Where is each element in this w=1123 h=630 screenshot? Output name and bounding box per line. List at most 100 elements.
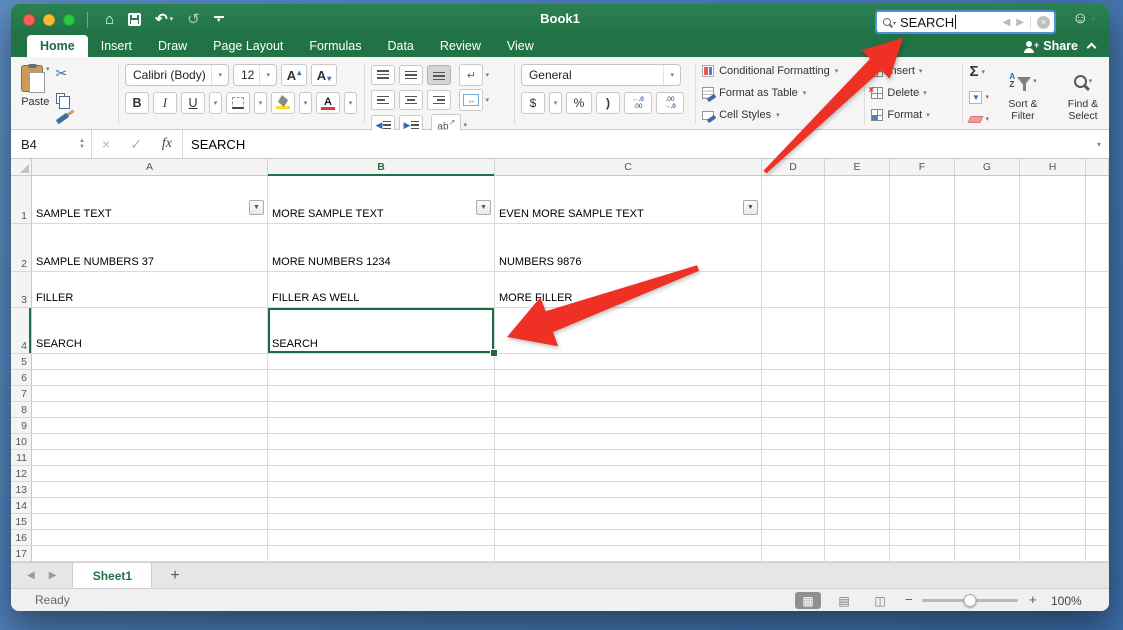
cell-F8[interactable]: [890, 402, 955, 418]
column-header-h[interactable]: H: [1020, 159, 1086, 175]
cell-H4[interactable]: [1020, 308, 1086, 354]
cell-B13[interactable]: [268, 482, 495, 498]
cell-F4[interactable]: [890, 308, 955, 354]
cell-D14[interactable]: [762, 498, 825, 514]
number-format-select[interactable]: General ▾: [520, 64, 681, 86]
cell-G11[interactable]: [955, 450, 1020, 466]
cell-E16[interactable]: [825, 530, 890, 546]
row-header-2[interactable]: 2: [11, 224, 32, 272]
cell-H17[interactable]: [1020, 546, 1086, 562]
cell-D1[interactable]: [762, 176, 825, 224]
cell-B10[interactable]: [268, 434, 495, 450]
cell-D9[interactable]: [762, 418, 825, 434]
tab-formulas[interactable]: Formulas: [296, 35, 374, 57]
cell-G12[interactable]: [955, 466, 1020, 482]
cell-B5[interactable]: [268, 354, 495, 370]
select-all-corner[interactable]: [11, 159, 32, 175]
row-header-5[interactable]: 5: [11, 354, 32, 370]
cell-partial-r1[interactable]: [1086, 176, 1109, 224]
cell-B7[interactable]: [268, 386, 495, 402]
row-header-7[interactable]: 7: [11, 386, 32, 402]
filter-dropdown-icon[interactable]: ▼: [743, 200, 758, 215]
row-header-3[interactable]: 3: [11, 272, 32, 308]
cell-D5[interactable]: [762, 354, 825, 370]
cell-H5[interactable]: [1020, 354, 1086, 370]
format-as-table-button[interactable]: Format as Table ▾: [702, 87, 858, 99]
cell-E1[interactable]: [825, 176, 890, 224]
cell-G10[interactable]: [955, 434, 1020, 450]
name-box-stepper[interactable]: ▲ ▼: [79, 138, 91, 150]
search-next-icon[interactable]: ▶: [1016, 17, 1024, 28]
cell-D15[interactable]: [762, 514, 825, 530]
cell-B6[interactable]: [268, 370, 495, 386]
cell-G16[interactable]: [955, 530, 1020, 546]
percent-button[interactable]: %: [565, 92, 592, 114]
cell-F6[interactable]: [890, 370, 955, 386]
cell-styles-button[interactable]: Cell Styles ▾: [702, 109, 858, 121]
cell-B11[interactable]: [268, 450, 495, 466]
cell-C10[interactable]: [495, 434, 762, 450]
decrease-decimal-button[interactable]: .00 →.0: [655, 92, 684, 114]
cell-E15[interactable]: [825, 514, 890, 530]
column-header-d[interactable]: D: [762, 159, 825, 175]
row-header-14[interactable]: 14: [11, 498, 32, 514]
cell-E12[interactable]: [825, 466, 890, 482]
cell-partial-r11[interactable]: [1086, 450, 1109, 466]
cell-E5[interactable]: [825, 354, 890, 370]
feedback-smiley-icon[interactable]: ☺ ▾: [1072, 11, 1095, 27]
zoom-slider-knob[interactable]: [963, 594, 977, 607]
column-header-g[interactable]: G: [955, 159, 1020, 175]
cell-B12[interactable]: [268, 466, 495, 482]
cell-G5[interactable]: [955, 354, 1020, 370]
search-prev-icon[interactable]: ◀: [1003, 17, 1011, 28]
cell-partial-r16[interactable]: [1086, 530, 1109, 546]
increase-decimal-button[interactable]: ←.0.00: [623, 92, 652, 114]
cell-C14[interactable]: [495, 498, 762, 514]
cell-D11[interactable]: [762, 450, 825, 466]
next-sheet-icon[interactable]: ▶: [49, 570, 57, 581]
format-painter-icon[interactable]: [55, 112, 69, 125]
cell-F14[interactable]: [890, 498, 955, 514]
cell-D6[interactable]: [762, 370, 825, 386]
cell-C15[interactable]: [495, 514, 762, 530]
cell-A9[interactable]: [32, 418, 268, 434]
cancel-entry-icon[interactable]: ×: [92, 136, 120, 152]
cell-C16[interactable]: [495, 530, 762, 546]
cell-partial-r10[interactable]: [1086, 434, 1109, 450]
cell-F11[interactable]: [890, 450, 955, 466]
cell-B14[interactable]: [268, 498, 495, 514]
formula-bar-dropdown-icon[interactable]: ▾: [1097, 140, 1109, 149]
cell-partial-r6[interactable]: [1086, 370, 1109, 386]
cell-A6[interactable]: [32, 370, 268, 386]
align-top-button[interactable]: [371, 65, 396, 85]
cell-partial-r12[interactable]: [1086, 466, 1109, 482]
cell-A15[interactable]: [32, 514, 268, 530]
cell-C12[interactable]: [495, 466, 762, 482]
row-header-11[interactable]: 11: [11, 450, 32, 466]
add-sheet-button[interactable]: +: [152, 563, 197, 588]
italic-button[interactable]: I: [153, 92, 177, 114]
cell-F1[interactable]: [890, 176, 955, 224]
cell-E17[interactable]: [825, 546, 890, 562]
sheet-tab-sheet1[interactable]: Sheet1: [72, 563, 153, 588]
cell-H7[interactable]: [1020, 386, 1086, 402]
tab-draw[interactable]: Draw: [145, 35, 200, 57]
column-header-e[interactable]: E: [825, 159, 890, 175]
cell-F16[interactable]: [890, 530, 955, 546]
currency-dropdown[interactable]: ▾: [548, 92, 562, 114]
cell-A4[interactable]: SEARCH: [32, 308, 268, 354]
cell-E13[interactable]: [825, 482, 890, 498]
cell-A2[interactable]: SAMPLE NUMBERS 37: [32, 224, 268, 272]
cell-H8[interactable]: [1020, 402, 1086, 418]
cell-C13[interactable]: [495, 482, 762, 498]
cell-partial-r7[interactable]: [1086, 386, 1109, 402]
paste-button[interactable]: ▾: [21, 63, 50, 93]
cell-E11[interactable]: [825, 450, 890, 466]
cell-D7[interactable]: [762, 386, 825, 402]
cell-partial-r5[interactable]: [1086, 354, 1109, 370]
row-header-8[interactable]: 8: [11, 402, 32, 418]
cell-E2[interactable]: [825, 224, 890, 272]
tab-data[interactable]: Data: [374, 35, 426, 57]
find-select-button[interactable]: ▾ Find & Select: [1057, 64, 1109, 127]
cell-A8[interactable]: [32, 402, 268, 418]
